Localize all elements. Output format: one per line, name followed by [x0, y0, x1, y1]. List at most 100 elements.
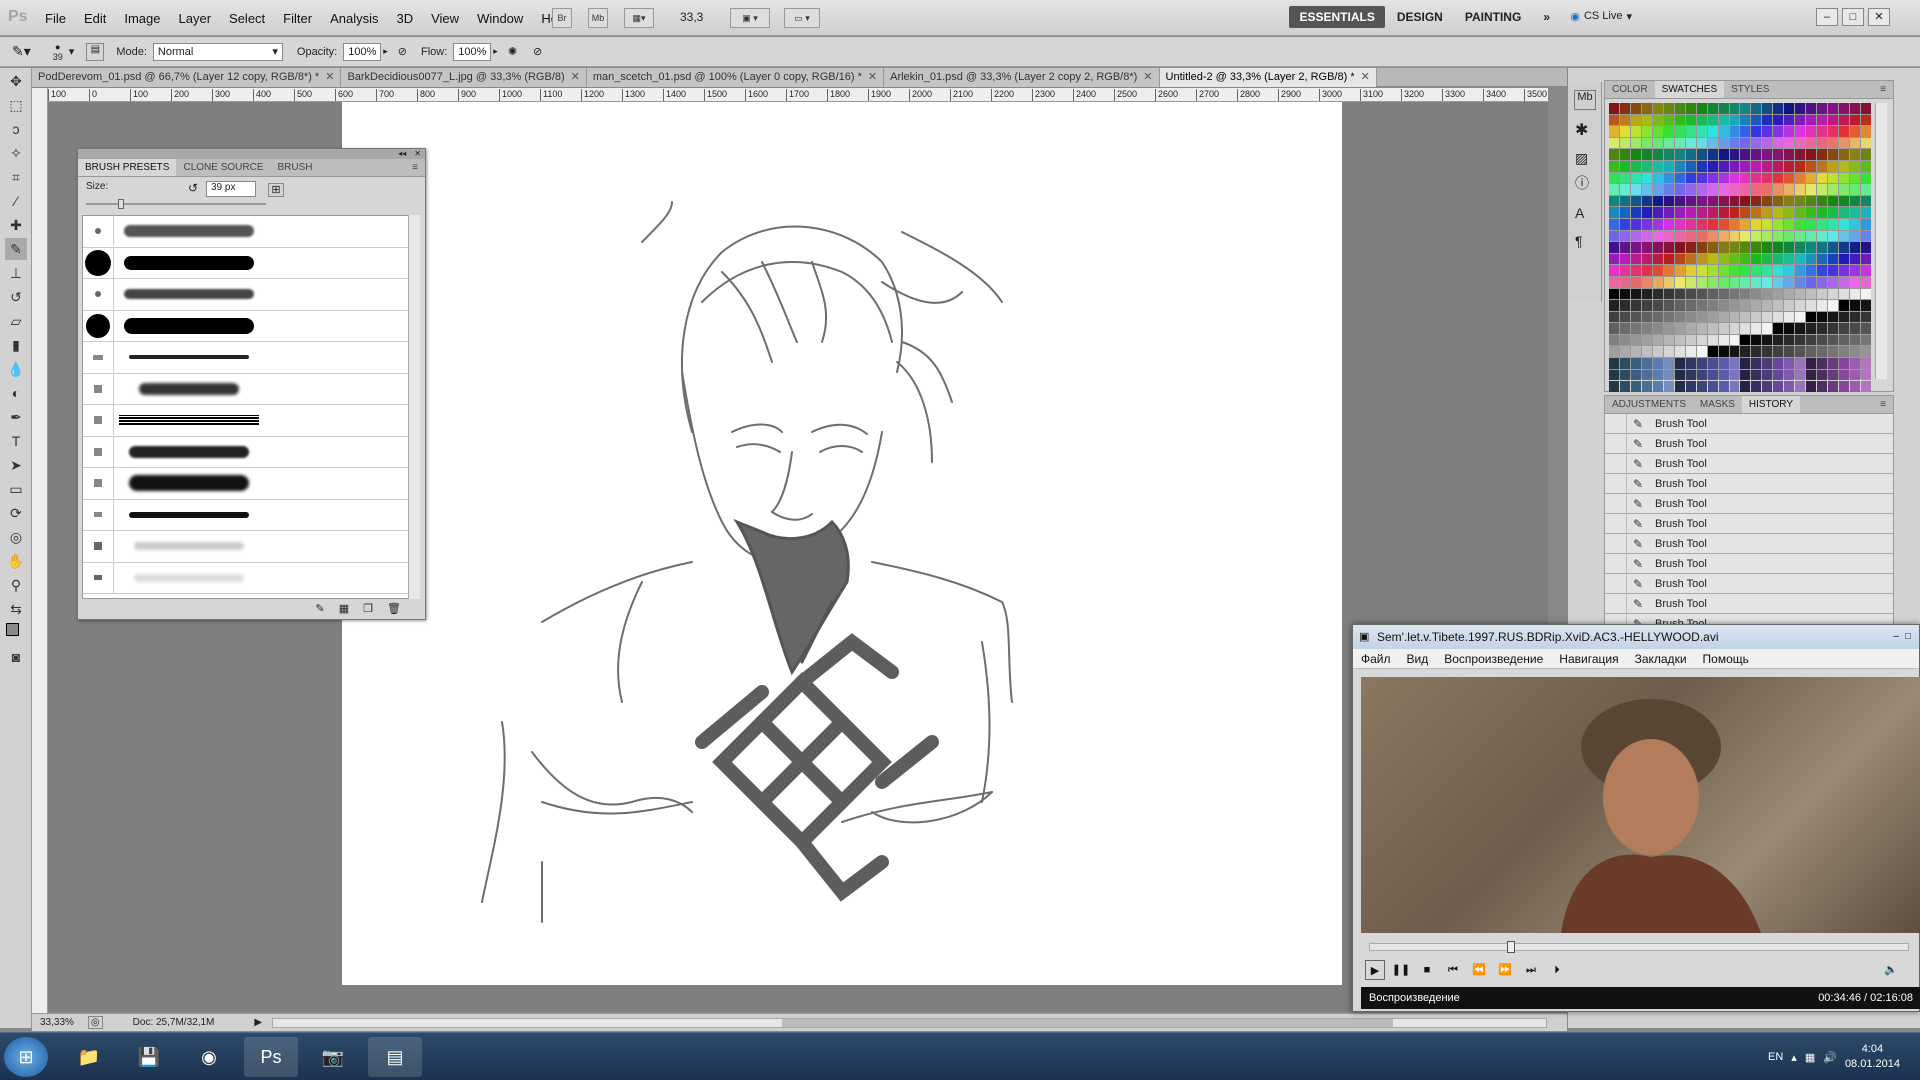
swatch[interactable]: [1751, 126, 1762, 137]
swatch[interactable]: [1784, 369, 1795, 381]
swatch[interactable]: [1762, 184, 1773, 195]
swatch[interactable]: [1740, 253, 1751, 265]
swatch[interactable]: [1773, 369, 1784, 381]
swatch[interactable]: [1663, 114, 1674, 126]
player-maximize-icon[interactable]: □: [1905, 625, 1911, 649]
swatch[interactable]: [1729, 137, 1740, 149]
brush-preset[interactable]: [83, 310, 419, 342]
swatch[interactable]: [1828, 230, 1839, 242]
swatch[interactable]: [1762, 369, 1773, 381]
swatch[interactable]: [1630, 323, 1641, 334]
swatch[interactable]: [1685, 369, 1696, 381]
swatch[interactable]: [1718, 323, 1729, 334]
swatch[interactable]: [1751, 184, 1762, 195]
swatch[interactable]: [1817, 103, 1828, 114]
swatch[interactable]: [1861, 149, 1871, 160]
swatch[interactable]: [1795, 358, 1806, 369]
swatch[interactable]: [1762, 242, 1773, 253]
new-preset-icon[interactable]: ⊞: [268, 183, 284, 197]
swatch[interactable]: [1609, 103, 1619, 114]
swatch[interactable]: [1751, 195, 1762, 207]
swatch[interactable]: [1685, 160, 1696, 172]
swatch[interactable]: [1806, 103, 1817, 114]
swatch[interactable]: [1696, 276, 1707, 288]
swatch[interactable]: [1828, 149, 1839, 160]
swatch[interactable]: [1762, 300, 1773, 311]
swatch[interactable]: [1718, 369, 1729, 381]
swatch[interactable]: [1729, 381, 1740, 392]
swatch[interactable]: [1784, 242, 1795, 253]
swatch[interactable]: [1619, 346, 1630, 358]
swatch[interactable]: [1740, 137, 1751, 149]
swatch[interactable]: [1740, 300, 1751, 311]
swatch[interactable]: [1762, 358, 1773, 369]
healing-brush-tool-icon[interactable]: ✚: [5, 214, 27, 236]
history-item[interactable]: ✎ Brush Tool: [1605, 593, 1893, 614]
swatch[interactable]: [1652, 253, 1663, 265]
swatch[interactable]: [1784, 265, 1795, 276]
swatch[interactable]: [1850, 265, 1861, 276]
swatch[interactable]: [1839, 253, 1850, 265]
airbrush-icon[interactable]: ✺: [508, 45, 517, 58]
swatch[interactable]: [1696, 137, 1707, 149]
swatch[interactable]: [1806, 172, 1817, 184]
document-canvas[interactable]: [342, 102, 1342, 985]
swatch[interactable]: [1762, 288, 1773, 300]
swatch[interactable]: [1630, 358, 1641, 369]
swatch[interactable]: [1740, 195, 1751, 207]
swatch[interactable]: [1630, 172, 1641, 184]
swatch[interactable]: [1784, 218, 1795, 230]
swatch[interactable]: [1652, 230, 1663, 242]
screen-mode-button[interactable]: ▭ ▾: [784, 8, 820, 28]
swatch[interactable]: [1817, 276, 1828, 288]
swatch[interactable]: [1828, 103, 1839, 114]
save-taskbar-icon[interactable]: 💾: [122, 1037, 176, 1077]
swatch[interactable]: [1795, 300, 1806, 311]
swatch[interactable]: [1751, 346, 1762, 358]
swatch[interactable]: [1784, 358, 1795, 369]
tab-brush[interactable]: BRUSH: [270, 159, 319, 176]
swatch[interactable]: [1839, 323, 1850, 334]
swatch[interactable]: [1817, 230, 1828, 242]
swatch[interactable]: [1729, 172, 1740, 184]
swatch[interactable]: [1861, 311, 1871, 323]
swatch[interactable]: [1707, 230, 1718, 242]
swatch[interactable]: [1663, 311, 1674, 323]
close-tab-icon[interactable]: ✕: [1361, 71, 1370, 83]
swatch[interactable]: [1773, 265, 1784, 276]
close-icon[interactable]: ✕: [1868, 8, 1890, 26]
swatch[interactable]: [1773, 334, 1784, 346]
swatch[interactable]: [1762, 346, 1773, 358]
swatch[interactable]: [1729, 300, 1740, 311]
swatch[interactable]: [1663, 126, 1674, 137]
swatch[interactable]: [1839, 103, 1850, 114]
swatch[interactable]: [1609, 230, 1619, 242]
swatch[interactable]: [1641, 369, 1652, 381]
info-icon[interactable]: ⓘ: [1575, 173, 1594, 193]
swatch[interactable]: [1696, 300, 1707, 311]
marquee-tool-icon[interactable]: ⬚: [5, 94, 27, 116]
swatch[interactable]: [1609, 369, 1619, 381]
close-tab-icon[interactable]: ✕: [571, 71, 580, 83]
swatch[interactable]: [1707, 300, 1718, 311]
swatch[interactable]: [1663, 184, 1674, 195]
swatch[interactable]: [1817, 346, 1828, 358]
swatch[interactable]: [1740, 149, 1751, 160]
swatch[interactable]: [1817, 207, 1828, 218]
swatch[interactable]: [1652, 369, 1663, 381]
doc-tab[interactable]: man_scetch_01.psd @ 100% (Layer 0 copy, …: [586, 68, 885, 87]
swatch[interactable]: [1784, 276, 1795, 288]
swatch[interactable]: [1817, 137, 1828, 149]
swatch[interactable]: [1696, 230, 1707, 242]
swatch[interactable]: [1773, 288, 1784, 300]
swatch[interactable]: [1641, 114, 1652, 126]
swatch[interactable]: [1839, 195, 1850, 207]
delete-brush-icon[interactable]: 🗑: [387, 602, 401, 615]
swatch[interactable]: [1619, 126, 1630, 137]
swatch[interactable]: [1806, 184, 1817, 195]
swatch[interactable]: [1729, 323, 1740, 334]
swatch[interactable]: [1641, 358, 1652, 369]
swatch[interactable]: [1828, 369, 1839, 381]
swatch[interactable]: [1641, 195, 1652, 207]
swatch[interactable]: [1663, 323, 1674, 334]
